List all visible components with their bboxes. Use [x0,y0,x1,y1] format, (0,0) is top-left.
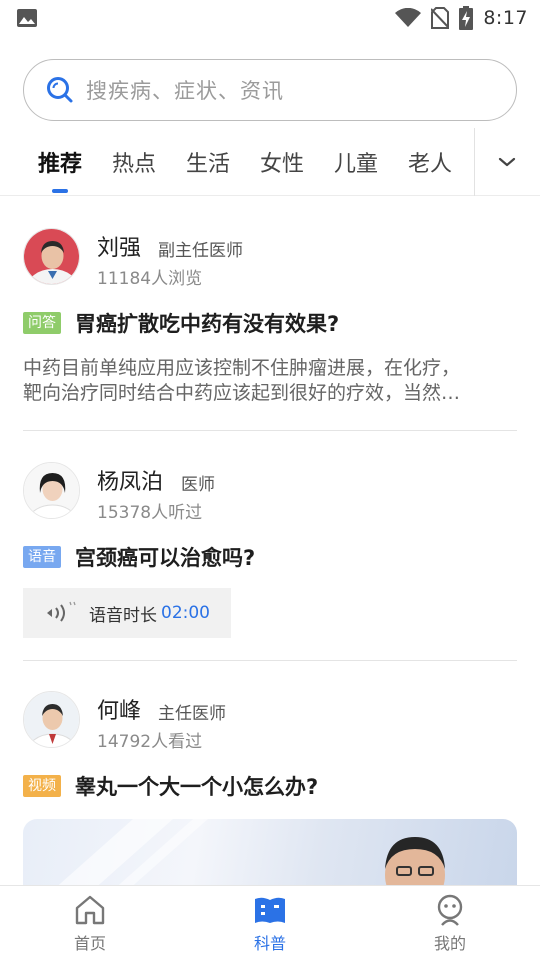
avatar [23,228,80,285]
tab-children[interactable]: 儿童 [334,146,378,178]
wifi-icon [395,8,422,27]
search-input[interactable]: 搜疾病、症状、资讯 [23,59,517,121]
doctor-title: 主任医师 [158,704,226,724]
battery-charging-icon [459,6,474,30]
nav-home-label: 首页 [73,934,106,953]
nav-home[interactable]: 首页 [50,892,130,954]
doctor-name: 杨凤泊 [97,470,164,495]
post-card[interactable]: 杨凤泊 医师 15378人听过 语音 宫颈癌可以治愈吗? 语音时长 02:00 [23,462,517,642]
post-excerpt: 中药目前单纯应用应该控制不住肿瘤进展，在化疗， 靶向治疗同时结合中药应该起到很好… [23,356,517,406]
active-tab-indicator [52,189,68,193]
search-icon [47,77,73,103]
no-sim-icon [431,7,450,29]
tab-life[interactable]: 生活 [186,146,230,178]
book-icon [255,897,285,923]
voice-player[interactable]: 语音时长 02:00 [23,588,231,638]
excerpt-line: 中药目前单纯应用应该控制不住肿瘤进展，在化疗， [23,357,461,379]
doctor-name: 何峰 [97,699,142,724]
voice-duration-label: 语音时长 [89,605,157,626]
category-tabs: 推荐 热点 生活 女性 儿童 老人 [0,128,540,196]
watch-count: 14792人看过 [97,732,203,752]
post-question[interactable]: 睾丸一个大一个小怎么办? [75,771,318,801]
tab-women[interactable]: 女性 [260,146,304,178]
tab-elderly[interactable]: 老人 [408,146,452,178]
listen-count: 15378人听过 [97,503,203,523]
status-time: 8:17 [483,7,528,29]
tab-recommend[interactable]: 推荐 [38,146,82,178]
home-icon [75,895,105,925]
divider [23,430,517,431]
status-bar: 8:17 [0,0,540,36]
nav-profile-label: 我的 [433,934,466,953]
post-question[interactable]: 宫颈癌可以治愈吗? [75,542,255,572]
qa-badge: 问答 [23,312,61,334]
video-badge: 视频 [23,775,61,797]
nav-science[interactable]: 科普 [230,892,310,954]
avatar [23,462,80,519]
voice-duration: 02:00 [161,603,210,623]
avatar [23,691,80,748]
post-question[interactable]: 胃癌扩散吃中药有没有效果? [75,308,339,338]
bottom-navigation: 首页 科普 我的 [0,885,540,960]
chevron-down-icon[interactable] [494,150,520,174]
doctor-name: 刘强 [97,236,142,261]
tabs-divider [474,128,475,196]
excerpt-line: 靶向治疗同时结合中药应该起到很好的疗效，当然… [23,382,461,404]
post-card[interactable]: 何峰 主任医师 14792人看过 视频 睾丸一个大一个小怎么办? [23,691,517,899]
doctor-title: 医师 [181,475,215,495]
profile-icon [437,894,463,926]
gallery-notification-icon [17,9,37,27]
view-count: 11184人浏览 [97,269,203,289]
search-placeholder: 搜疾病、症状、资讯 [86,79,284,103]
doctor-title: 副主任医师 [158,241,243,261]
tab-hot[interactable]: 热点 [112,146,156,178]
voice-badge: 语音 [23,546,61,568]
audio-wave-icon [47,601,76,622]
nav-science-label: 科普 [253,934,286,953]
divider [23,660,517,661]
nav-profile[interactable]: 我的 [410,892,490,954]
post-card[interactable]: 刘强 副主任医师 11184人浏览 问答 胃癌扩散吃中药有没有效果? 中药目前单… [23,228,517,418]
